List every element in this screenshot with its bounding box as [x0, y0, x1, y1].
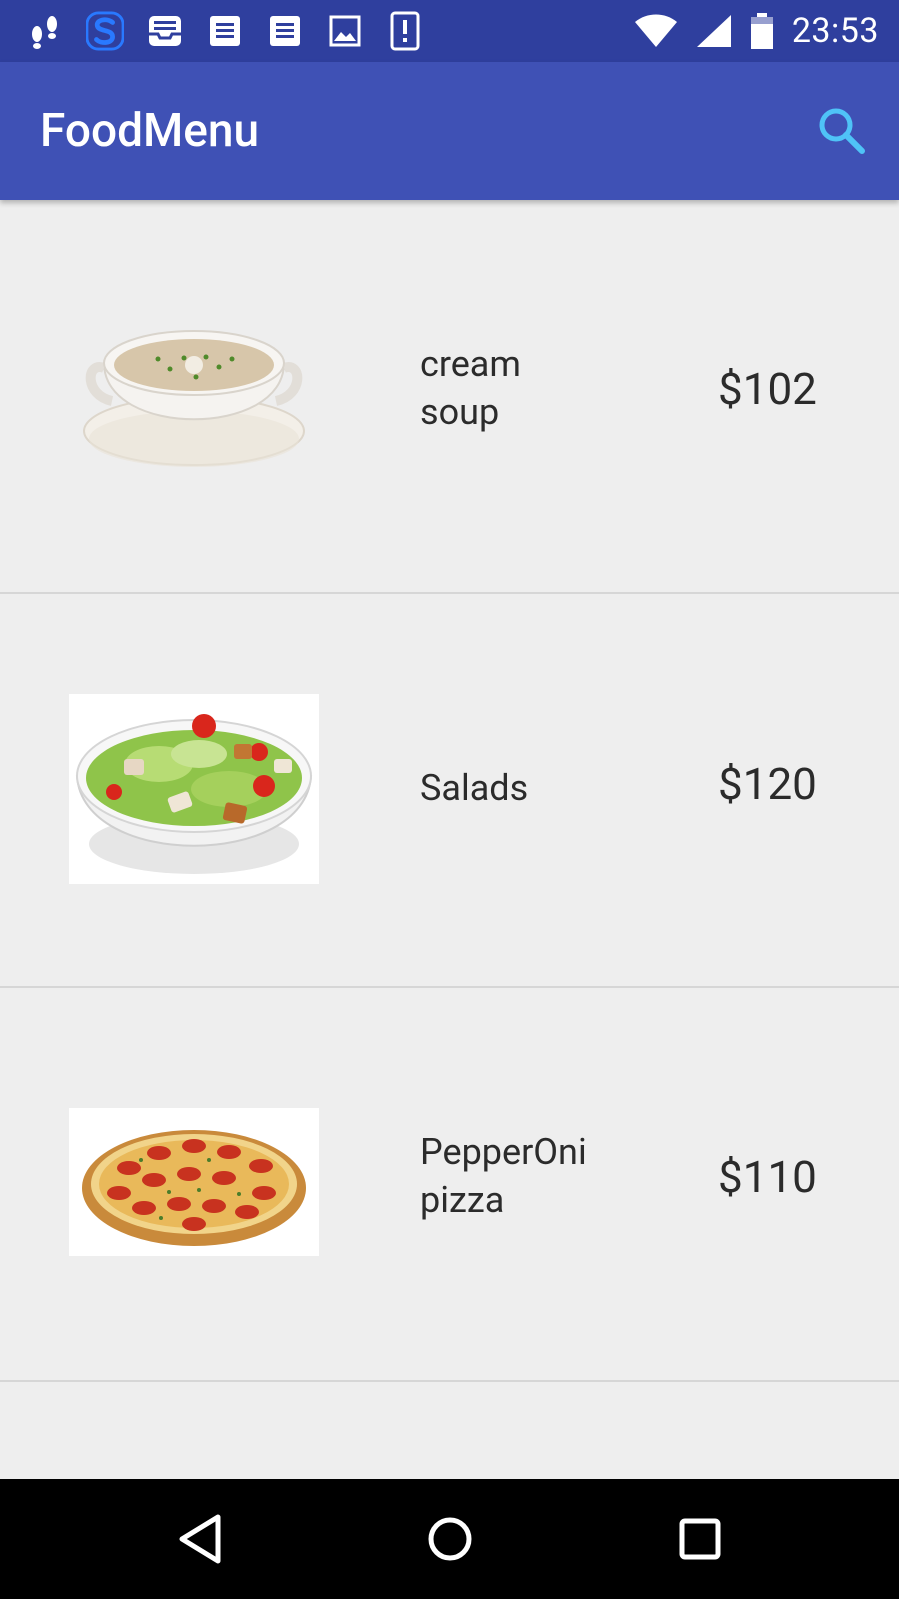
notification-icons	[26, 10, 424, 52]
recents-square-icon	[679, 1518, 721, 1560]
menu-item-price: $120	[718, 758, 817, 810]
footprint-icon	[26, 12, 64, 50]
s-app-icon	[86, 11, 124, 51]
menu-item-name: Salads	[420, 767, 529, 809]
document-icon	[206, 12, 244, 50]
inbox-icon	[146, 12, 184, 50]
menu-item-name: PepperOni pizza	[420, 1131, 587, 1221]
alert-icon	[386, 11, 424, 51]
wifi-icon	[634, 14, 677, 47]
menu-item-pepperoni-pizza[interactable]: PepperOni pizza $110	[0, 988, 899, 1382]
menu-item-name: cream soup	[420, 343, 521, 433]
image-icon	[326, 12, 364, 50]
battery-icon	[750, 13, 773, 49]
app-bar: FoodMenu	[0, 62, 899, 200]
system-indicators: 23:53	[634, 0, 879, 62]
home-circle-icon	[428, 1517, 472, 1561]
menu-item-salads[interactable]: Salads $120	[0, 594, 899, 988]
pepperoni-pizza-image	[69, 1108, 319, 1256]
navigation-bar	[0, 1479, 899, 1599]
salad-image	[69, 694, 319, 884]
status-bar: 23:53	[0, 0, 899, 62]
signal-icon	[696, 15, 731, 47]
search-icon	[819, 108, 865, 154]
search-button[interactable]	[815, 104, 869, 158]
home-button[interactable]	[390, 1479, 510, 1599]
menu-list: cream soup $102 Salads $120 PepperOni pi…	[0, 200, 899, 1382]
menu-item-cream-soup[interactable]: cream soup $102	[0, 200, 899, 594]
app-title: FoodMenu	[40, 104, 260, 158]
menu-item-price: $102	[718, 363, 817, 415]
back-triangle-icon	[179, 1514, 221, 1564]
cream-soup-image	[69, 318, 319, 478]
status-clock: 23:53	[791, 11, 879, 51]
document-icon	[266, 12, 304, 50]
menu-item-price: $110	[718, 1151, 817, 1203]
back-button[interactable]	[140, 1479, 260, 1599]
recents-button[interactable]	[640, 1479, 760, 1599]
